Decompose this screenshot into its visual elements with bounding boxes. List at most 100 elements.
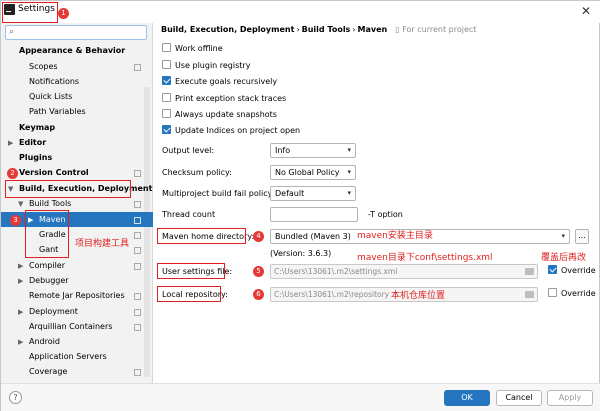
checkbox-box[interactable] bbox=[162, 43, 171, 52]
help-button[interactable]: ? bbox=[9, 391, 22, 404]
project-scope-icon bbox=[134, 217, 141, 224]
sidebar-item-notifications[interactable]: Notifications bbox=[29, 75, 79, 89]
sidebar-item-path-variables[interactable]: Path Variables bbox=[29, 105, 86, 119]
for-current-project-label: For current project bbox=[402, 25, 477, 34]
project-scope-icon bbox=[134, 247, 141, 254]
sidebar-item-appearance[interactable]: Appearance & Behavior bbox=[19, 44, 125, 58]
breadcrumb-part-maven: Maven bbox=[357, 25, 388, 34]
chevron-right-icon[interactable]: ▶ bbox=[18, 274, 23, 288]
breadcrumb-separator: › bbox=[296, 25, 300, 34]
sidebar-item-coverage[interactable]: Coverage bbox=[29, 365, 67, 379]
output-level-select[interactable]: Info ▾ bbox=[270, 143, 356, 158]
multiproject-fail-value: Default bbox=[275, 189, 305, 198]
search-input[interactable]: ⌕ bbox=[5, 25, 147, 40]
plugin-registry-checkbox[interactable]: Use plugin registry bbox=[162, 59, 250, 73]
thread-count-input[interactable] bbox=[270, 207, 358, 222]
maven-settings-panel: Build, Execution, Deployment › Build Tools… bbox=[153, 23, 600, 383]
annotation-local-repo: 本机仓库位置 bbox=[391, 291, 446, 301]
output-level-label: Output level: bbox=[162, 146, 215, 155]
cancel-button[interactable]: Cancel bbox=[496, 390, 542, 406]
work-offline-checkbox[interactable]: Work offline bbox=[162, 42, 223, 56]
chevron-down-icon[interactable]: ▼ bbox=[18, 197, 23, 211]
checkbox-box-checked[interactable] bbox=[548, 265, 557, 274]
sidebar-item-editor[interactable]: Editor bbox=[19, 136, 46, 150]
project-scope-icon bbox=[134, 369, 141, 376]
sidebar-item-keymap[interactable]: Keymap bbox=[19, 121, 55, 135]
checksum-policy-select[interactable]: No Global Policy ▾ bbox=[270, 165, 356, 180]
dialog-button-bar: ? OK Cancel Apply bbox=[1, 383, 600, 411]
checksum-policy-value: No Global Policy bbox=[275, 168, 340, 177]
sidebar-item-arquillian[interactable]: Arquillian Containers bbox=[29, 320, 112, 334]
chevron-right-icon[interactable]: ▶ bbox=[18, 259, 23, 273]
annotation-badge-6: 6 bbox=[253, 289, 264, 300]
multiproject-fail-select[interactable]: Default ▾ bbox=[270, 186, 356, 201]
execute-goals-checkbox[interactable]: Execute goals recursively bbox=[162, 75, 277, 89]
chevron-down-icon: ▾ bbox=[347, 189, 351, 197]
apply-button[interactable]: Apply bbox=[547, 390, 593, 406]
sidebar-item-deployment[interactable]: Deployment bbox=[29, 305, 78, 319]
sidebar-item-app-servers[interactable]: Application Servers bbox=[29, 350, 107, 364]
user-settings-highlight-box bbox=[157, 263, 225, 279]
maven-version-label: (Version: 3.6.3) bbox=[270, 249, 332, 258]
breadcrumb-part-build-tools: Build Tools bbox=[301, 25, 351, 34]
override-label: Override bbox=[561, 289, 596, 298]
annotation-build-tools: 项目构建工具 bbox=[75, 239, 130, 249]
chevron-right-icon[interactable]: ▶ bbox=[18, 335, 23, 349]
checkbox-box-checked[interactable] bbox=[162, 76, 171, 85]
sidebar-item-plugins[interactable]: Plugins bbox=[19, 151, 52, 165]
sidebar-item-build-tools[interactable]: Build Tools bbox=[29, 197, 71, 211]
sidebar-item-quick-lists[interactable]: Quick Lists bbox=[29, 90, 72, 104]
project-scope-icon bbox=[134, 201, 141, 208]
update-indices-checkbox[interactable]: Update Indices on project open bbox=[162, 124, 300, 138]
sidebar-item-compiler[interactable]: Compiler bbox=[29, 259, 65, 273]
always-update-checkbox[interactable]: Always update snapshots bbox=[162, 108, 277, 122]
maven-home-browse-button[interactable]: ... bbox=[575, 229, 589, 244]
thread-count-suffix: -T option bbox=[368, 210, 403, 219]
annotation-badge-4: 4 bbox=[253, 231, 264, 242]
search-icon: ⌕ bbox=[9, 27, 15, 37]
project-scope-icon bbox=[134, 263, 141, 270]
sidebar-item-debugger[interactable]: Debugger bbox=[29, 274, 69, 288]
build-highlight-box bbox=[5, 180, 131, 198]
project-scope-icon bbox=[134, 64, 141, 71]
sidebar-item-remote-jar[interactable]: Remote Jar Repositories bbox=[29, 289, 125, 303]
project-scope-icon bbox=[134, 309, 141, 316]
checkbox-box[interactable] bbox=[162, 109, 171, 118]
checkbox-box[interactable] bbox=[162, 60, 171, 69]
close-icon[interactable]: ✕ bbox=[581, 4, 591, 18]
folder-icon[interactable] bbox=[525, 291, 534, 298]
local-repository-value: C:\Users\13061\.m2\repository bbox=[274, 290, 390, 299]
annotation-badge-1: 1 bbox=[58, 8, 69, 19]
annotation-settings-file: maven目录下conf\settings.xml bbox=[357, 253, 493, 263]
annotation-badge-5: 5 bbox=[253, 266, 264, 277]
project-scope-icon bbox=[134, 293, 141, 300]
sidebar-scrollbar[interactable] bbox=[144, 87, 150, 377]
settings-sidebar: ⌕ Appearance & Behavior Scopes Notificat… bbox=[1, 23, 153, 383]
user-settings-value: C:\Users\13061\.m2\settings.xml bbox=[274, 267, 398, 276]
title-highlight-box bbox=[2, 2, 58, 23]
chevron-right-icon[interactable]: ▶ bbox=[18, 305, 23, 319]
annotation-badge-2: 2 bbox=[7, 168, 18, 179]
local-repository-override-checkbox[interactable]: Override bbox=[548, 287, 596, 301]
chevron-down-icon: ▾ bbox=[561, 232, 565, 240]
sidebar-item-version-control[interactable]: Version Control bbox=[19, 166, 89, 180]
sidebar-item-scopes[interactable]: Scopes bbox=[29, 60, 58, 74]
user-settings-input[interactable]: C:\Users\13061\.m2\settings.xml bbox=[270, 264, 538, 279]
update-indices-label: Update Indices on project open bbox=[175, 126, 301, 135]
ok-button[interactable]: OK bbox=[444, 390, 490, 406]
checkbox-box-checked[interactable] bbox=[162, 125, 171, 134]
sidebar-item-android[interactable]: Android bbox=[29, 335, 60, 349]
annotation-maven-home: maven安装主目录 bbox=[357, 231, 433, 241]
breadcrumb-separator: › bbox=[352, 25, 356, 34]
user-settings-override-checkbox[interactable]: Override bbox=[548, 264, 596, 278]
checkbox-box[interactable] bbox=[162, 93, 171, 102]
maven-home-value: Bundled (Maven 3) bbox=[275, 232, 351, 241]
settings-window: Settings 1 ✕ ⌕ Appearance & Behavior Sco… bbox=[0, 0, 600, 411]
thread-count-label: Thread count bbox=[162, 210, 216, 219]
project-scope-icon bbox=[134, 170, 141, 177]
chevron-right-icon[interactable]: ▶ bbox=[8, 136, 13, 150]
print-exception-checkbox[interactable]: Print exception stack traces bbox=[162, 92, 286, 106]
folder-icon[interactable] bbox=[525, 268, 534, 275]
checkbox-box[interactable] bbox=[548, 288, 557, 297]
chevron-down-icon: ▾ bbox=[347, 146, 351, 154]
